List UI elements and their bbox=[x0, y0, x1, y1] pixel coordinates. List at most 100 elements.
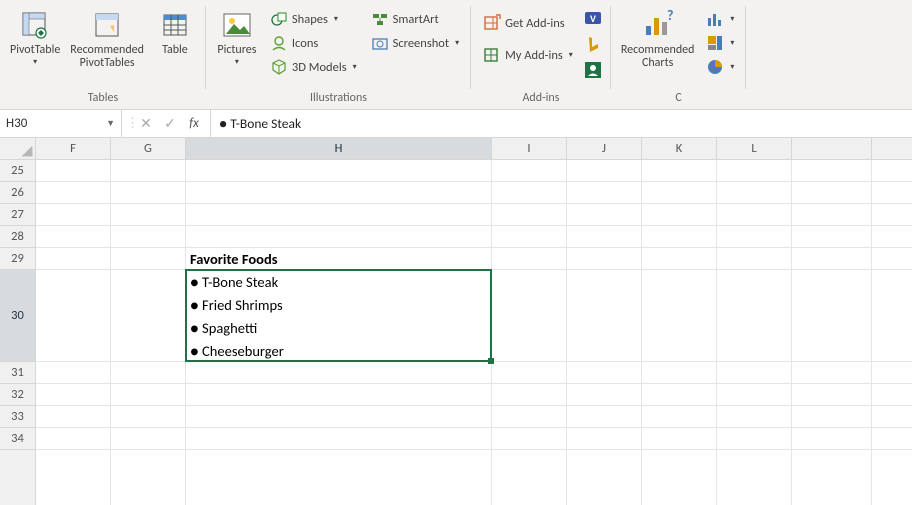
icons-button[interactable]: Icons bbox=[266, 32, 361, 54]
dropdown-caret-icon: ▾ bbox=[730, 38, 734, 48]
icons-icon bbox=[270, 34, 288, 52]
table-label: Table bbox=[162, 44, 188, 57]
name-box[interactable]: ▼ bbox=[0, 110, 122, 137]
my-addins-icon bbox=[483, 46, 501, 64]
3d-models-label: 3D Models bbox=[292, 60, 347, 75]
dropdown-caret-icon[interactable]: ▼ bbox=[106, 118, 115, 129]
dropdown-caret-icon: ▾ bbox=[353, 62, 357, 72]
chart-type-treemap-button[interactable]: ▾ bbox=[702, 32, 738, 54]
table-icon bbox=[158, 8, 192, 42]
cell-reference-input[interactable] bbox=[6, 116, 86, 131]
column-header[interactable]: L bbox=[717, 138, 792, 159]
formula-input-wrap[interactable] bbox=[211, 110, 912, 137]
column-header[interactable]: H bbox=[186, 138, 492, 159]
dropdown-caret-icon: ▾ bbox=[33, 58, 37, 67]
ribbon: PivotTable▾ Recommended PivotTables Tabl… bbox=[0, 0, 912, 110]
cell-h30-line-4[interactable]: ● Cheeseburger bbox=[186, 339, 492, 362]
dropdown-caret-icon: ▾ bbox=[569, 50, 573, 60]
dropdown-caret-icon: ▾ bbox=[730, 62, 734, 72]
3d-models-button[interactable]: 3D Models ▾ bbox=[266, 56, 361, 78]
row-header[interactable]: 34 bbox=[0, 428, 35, 450]
recommended-pivottables-button[interactable]: Recommended PivotTables bbox=[66, 4, 148, 70]
my-addins-button[interactable]: My Add-ins ▾ bbox=[479, 44, 577, 66]
my-addins-label: My Add-ins bbox=[505, 48, 563, 63]
dropdown-caret-icon: ▾ bbox=[334, 14, 338, 24]
fx-icon: fx bbox=[189, 116, 199, 131]
chart-pie-icon bbox=[706, 58, 724, 76]
svg-text:?: ? bbox=[667, 8, 674, 24]
pivottable-button[interactable]: PivotTable▾ bbox=[6, 4, 64, 67]
chart-type-pie-button[interactable]: ▾ bbox=[702, 56, 738, 78]
check-icon: ✓ bbox=[164, 115, 176, 132]
chart-treemap-icon bbox=[706, 34, 724, 52]
chart-column-icon bbox=[706, 10, 724, 28]
recommended-charts-label-2: Charts bbox=[642, 57, 673, 70]
smartart-label: SmartArt bbox=[393, 12, 439, 27]
column-header[interactable]: F bbox=[36, 138, 111, 159]
row-header[interactable]: 25 bbox=[0, 160, 35, 182]
cell-h30-line-2[interactable]: ● Fried Shrimps bbox=[186, 293, 492, 316]
formula-bar: ▼ ⋮ ✕ ✓ fx bbox=[0, 110, 912, 138]
screenshot-icon bbox=[371, 34, 389, 52]
pivottable-label: PivotTable bbox=[10, 44, 60, 57]
column-headers: FGHIJKL bbox=[36, 138, 912, 160]
dropdown-caret-icon: ▾ bbox=[235, 58, 239, 67]
chart-type-column-button[interactable]: ▾ bbox=[702, 8, 738, 30]
pictures-button[interactable]: Pictures▾ bbox=[212, 4, 262, 67]
recommended-charts-icon: ? bbox=[641, 8, 675, 42]
shapes-button[interactable]: Shapes ▾ bbox=[266, 8, 361, 30]
get-addins-icon bbox=[483, 14, 501, 32]
row-header[interactable]: 31 bbox=[0, 362, 35, 384]
icons-label: Icons bbox=[292, 36, 318, 51]
column-header[interactable]: J bbox=[567, 138, 642, 159]
table-button[interactable]: Table bbox=[150, 4, 200, 57]
cancel-entry-button[interactable]: ✕ bbox=[134, 110, 158, 137]
addin-people-icon[interactable] bbox=[583, 60, 603, 80]
row-header[interactable]: 32 bbox=[0, 384, 35, 406]
column-header[interactable]: G bbox=[111, 138, 186, 159]
cells-area[interactable]: Favorite Foods ● T-Bone Steak ● Fried Sh… bbox=[36, 160, 912, 505]
cell-h29[interactable]: Favorite Foods bbox=[186, 248, 492, 270]
group-label-illustrations: Illustrations bbox=[212, 91, 465, 109]
screenshot-label: Screenshot bbox=[393, 36, 449, 51]
shapes-icon bbox=[270, 10, 288, 28]
smartart-button[interactable]: SmartArt bbox=[367, 8, 463, 30]
shapes-label: Shapes bbox=[292, 12, 328, 27]
select-all-corner[interactable] bbox=[0, 138, 36, 160]
column-header[interactable]: K bbox=[642, 138, 717, 159]
column-header[interactable] bbox=[792, 138, 872, 159]
svg-text:V: V bbox=[590, 12, 596, 25]
dropdown-caret-icon: ▾ bbox=[730, 14, 734, 24]
recommended-pivottables-icon bbox=[90, 8, 124, 42]
recommended-charts-button[interactable]: ? Recommended Charts bbox=[617, 4, 699, 70]
pictures-icon bbox=[220, 8, 254, 42]
row-header[interactable]: 29 bbox=[0, 248, 35, 270]
ribbon-group-charts: ? Recommended Charts ▾ ▾ ▾ C bbox=[611, 0, 747, 109]
cell-h30-line-1[interactable]: ● T-Bone Steak bbox=[186, 270, 492, 293]
pictures-label: Pictures bbox=[217, 44, 256, 57]
group-label-charts: C bbox=[617, 91, 741, 109]
row-header[interactable]: 30 bbox=[0, 270, 35, 362]
dropdown-caret-icon: ▾ bbox=[455, 38, 459, 48]
insert-function-button[interactable]: fx bbox=[182, 110, 206, 137]
ribbon-group-illustrations: Pictures▾ Shapes ▾ Icons 3D Models ▾ bbox=[206, 0, 471, 109]
ribbon-group-tables: PivotTable▾ Recommended PivotTables Tabl… bbox=[0, 0, 206, 109]
addin-visio-icon[interactable]: V bbox=[583, 8, 603, 28]
column-header[interactable]: I bbox=[492, 138, 567, 159]
3d-models-icon bbox=[270, 58, 288, 76]
get-addins-label: Get Add-ins bbox=[505, 16, 565, 31]
row-header[interactable]: 33 bbox=[0, 406, 35, 428]
screenshot-button[interactable]: Screenshot ▾ bbox=[367, 32, 463, 54]
row-header[interactable]: 26 bbox=[0, 182, 35, 204]
cell-h30-line-3[interactable]: ● Spaghetti bbox=[186, 316, 492, 339]
row-header[interactable]: 27 bbox=[0, 204, 35, 226]
x-icon: ✕ bbox=[140, 115, 152, 132]
smartart-icon bbox=[371, 10, 389, 28]
confirm-entry-button[interactable]: ✓ bbox=[158, 110, 182, 137]
get-addins-button[interactable]: Get Add-ins bbox=[479, 12, 577, 34]
row-header[interactable]: 28 bbox=[0, 226, 35, 248]
row-headers: 25262728293031323334 bbox=[0, 160, 36, 505]
formula-input[interactable] bbox=[219, 115, 904, 132]
pivottable-icon bbox=[18, 8, 52, 42]
addin-bing-icon[interactable] bbox=[583, 34, 603, 54]
